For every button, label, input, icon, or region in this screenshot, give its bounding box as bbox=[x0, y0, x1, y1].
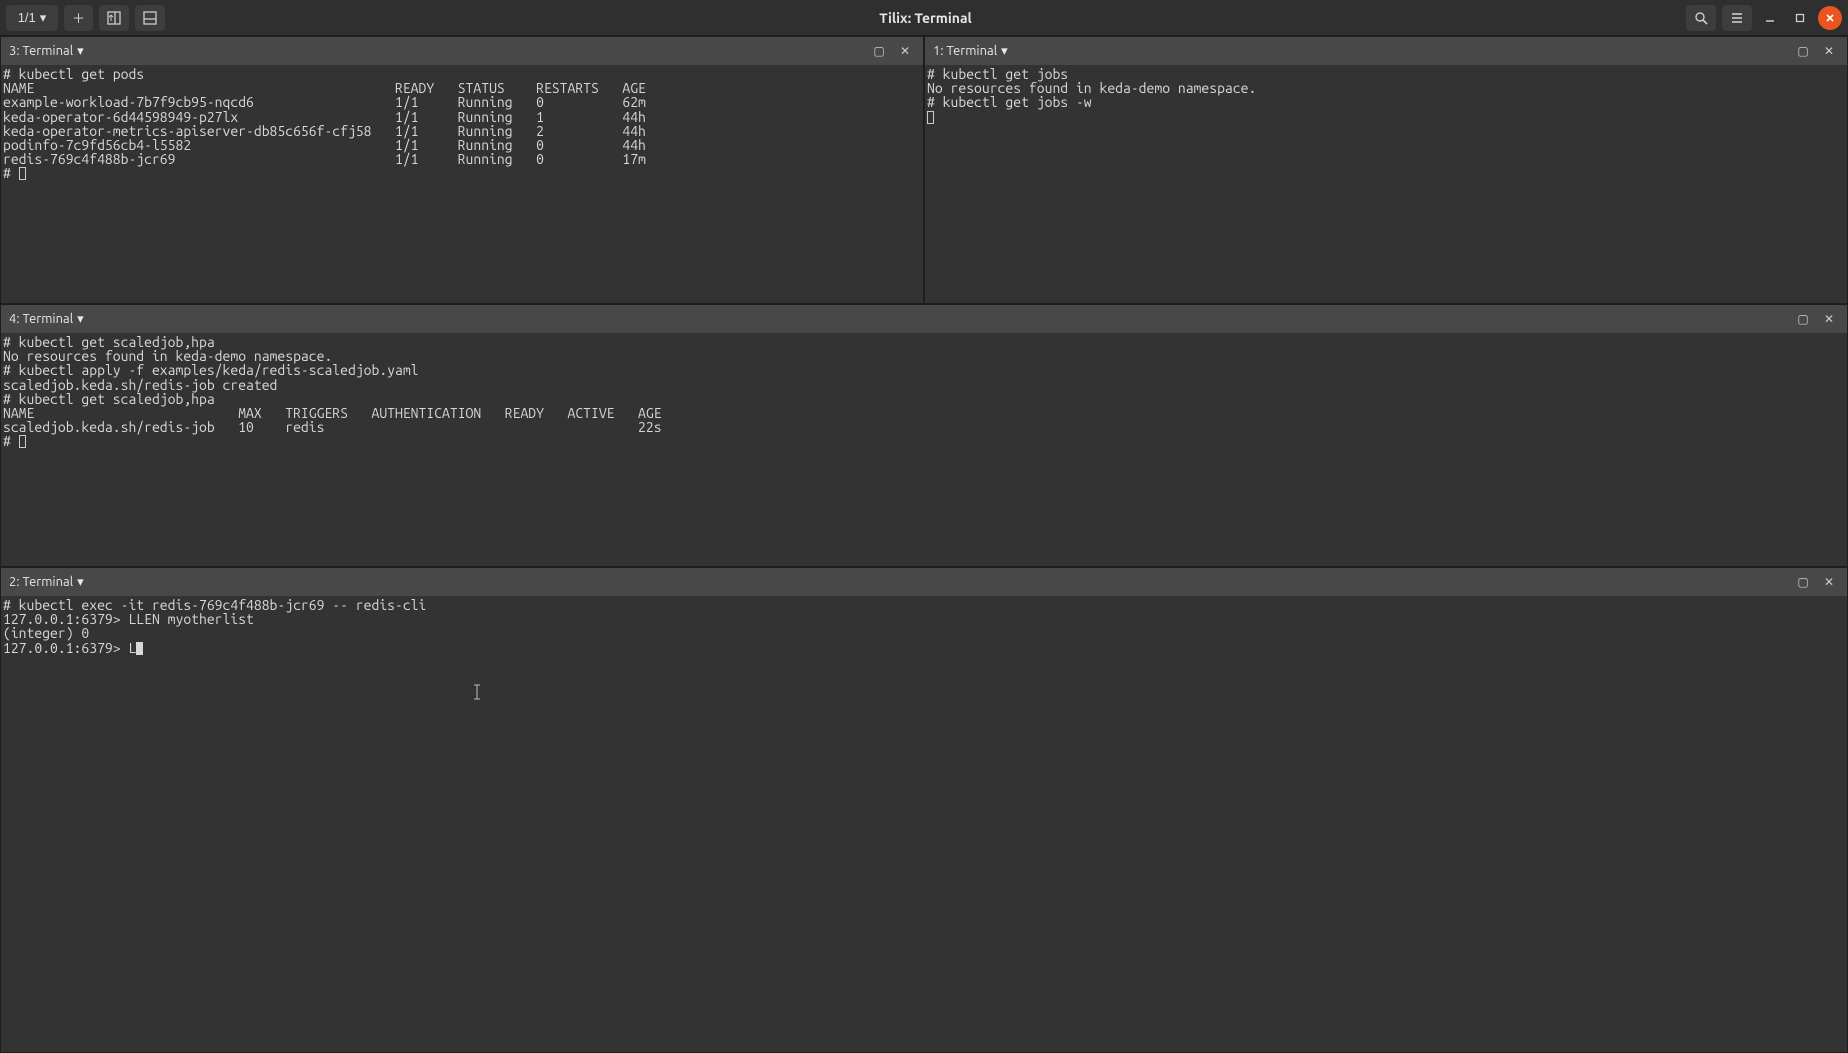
titlebar: 1/1 ▾ ＋ Tilix: Terminal bbox=[0, 0, 1848, 36]
pane-title-1[interactable]: 1: Terminal ▾ bbox=[933, 44, 1008, 59]
terminal-pane-2[interactable]: 2: Terminal ▾ ▢ ✕ # kubectl exec -it red… bbox=[0, 567, 1848, 1053]
maximize-icon: ▢ bbox=[1797, 44, 1808, 58]
pane-close-2[interactable]: ✕ bbox=[1819, 572, 1839, 592]
titlebar-left: 1/1 ▾ ＋ bbox=[6, 5, 165, 31]
term1-line: # kubectl get jobs -w bbox=[927, 94, 1092, 110]
maximize-icon: ▢ bbox=[1797, 575, 1808, 589]
maximize-icon: ▢ bbox=[1797, 312, 1808, 326]
plus-icon: ＋ bbox=[72, 8, 85, 27]
close-window-button[interactable] bbox=[1818, 6, 1842, 30]
pane-maximize-1[interactable]: ▢ bbox=[1793, 41, 1813, 61]
maximize-icon: ▢ bbox=[873, 44, 884, 58]
pane-close-4[interactable]: ✕ bbox=[1819, 309, 1839, 329]
close-icon: ✕ bbox=[1824, 44, 1834, 58]
pane-close-3[interactable]: ✕ bbox=[895, 41, 915, 61]
cursor bbox=[19, 167, 26, 180]
cursor bbox=[927, 111, 934, 124]
pane-close-1[interactable]: ✕ bbox=[1819, 41, 1839, 61]
minimize-icon bbox=[1765, 13, 1775, 23]
pane-maximize-2[interactable]: ▢ bbox=[1793, 572, 1813, 592]
pane-header-1: 1: Terminal ▾ ▢ ✕ bbox=[925, 37, 1847, 65]
minimize-button[interactable] bbox=[1758, 6, 1782, 30]
session-selector[interactable]: 1/1 ▾ bbox=[6, 5, 58, 31]
chevron-down-icon: ▾ bbox=[77, 575, 84, 590]
terminal-body-3[interactable]: # kubectl get pods NAME READY STATUS RES… bbox=[1, 65, 923, 303]
cursor bbox=[19, 435, 26, 448]
add-terminal-button[interactable]: ＋ bbox=[64, 5, 93, 31]
term2-line: 127.0.0.1:6379> L bbox=[3, 640, 136, 656]
chevron-down-icon: ▾ bbox=[1001, 44, 1008, 59]
split-right-icon bbox=[107, 11, 121, 25]
hamburger-icon bbox=[1730, 11, 1744, 25]
terminal-body-1[interactable]: # kubectl get jobs No resources found in… bbox=[925, 65, 1847, 303]
pane-title-4[interactable]: 4: Terminal ▾ bbox=[9, 312, 84, 327]
pane-maximize-3[interactable]: ▢ bbox=[869, 41, 889, 61]
search-button[interactable] bbox=[1686, 5, 1716, 31]
pane-title-3[interactable]: 3: Terminal ▾ bbox=[9, 44, 84, 59]
session-label: 1/1 bbox=[18, 10, 36, 25]
pane-title-label: 2: Terminal bbox=[9, 575, 73, 589]
split-down-button[interactable] bbox=[135, 5, 165, 31]
term3-row: redis-769c4f488b-jcr69 1/1 Running 0 17m bbox=[3, 151, 646, 167]
text-cursor-ibeam bbox=[473, 656, 481, 672]
pane-header-4: 4: Terminal ▾ ▢ ✕ bbox=[1, 305, 1847, 333]
term4-line: scaledjob.keda.sh/redis-job 10 redis 22s bbox=[3, 419, 662, 435]
close-icon: ✕ bbox=[1824, 575, 1834, 589]
split-right-button[interactable] bbox=[99, 5, 129, 31]
chevron-down-icon: ▾ bbox=[77, 44, 84, 59]
close-icon bbox=[1825, 13, 1835, 23]
maximize-button[interactable] bbox=[1788, 6, 1812, 30]
pane-header-3: 3: Terminal ▾ ▢ ✕ bbox=[1, 37, 923, 65]
terminal-body-4[interactable]: # kubectl get scaledjob,hpa No resources… bbox=[1, 333, 1847, 566]
pane-title-label: 4: Terminal bbox=[9, 312, 73, 326]
close-icon: ✕ bbox=[900, 44, 910, 58]
term3-prompt: # bbox=[3, 165, 19, 181]
split-down-icon bbox=[143, 11, 157, 25]
menu-button[interactable] bbox=[1722, 5, 1752, 31]
chevron-down-icon: ▾ bbox=[40, 10, 47, 26]
window-title: Tilix: Terminal bbox=[171, 10, 1680, 26]
pane-maximize-4[interactable]: ▢ bbox=[1793, 309, 1813, 329]
pane-title-label: 3: Terminal bbox=[9, 44, 73, 58]
terminal-pane-4[interactable]: 4: Terminal ▾ ▢ ✕ # kubectl get scaledjo… bbox=[0, 304, 1848, 567]
search-icon bbox=[1694, 11, 1708, 25]
pane-header-2: 2: Terminal ▾ ▢ ✕ bbox=[1, 568, 1847, 596]
terminal-pane-3[interactable]: 3: Terminal ▾ ▢ ✕ # kubectl get pods NAM… bbox=[0, 36, 924, 304]
pane-title-label: 1: Terminal bbox=[933, 44, 997, 58]
terminal-body-2[interactable]: # kubectl exec -it redis-769c4f488b-jcr6… bbox=[1, 596, 1847, 1052]
titlebar-right bbox=[1686, 5, 1842, 31]
terminal-pane-1[interactable]: 1: Terminal ▾ ▢ ✕ # kubectl get jobs No … bbox=[924, 36, 1848, 304]
close-icon: ✕ bbox=[1824, 312, 1834, 326]
cursor bbox=[136, 642, 143, 655]
chevron-down-icon: ▾ bbox=[77, 312, 84, 327]
maximize-icon bbox=[1795, 13, 1805, 23]
term4-prompt: # bbox=[3, 433, 19, 449]
pane-title-2[interactable]: 2: Terminal ▾ bbox=[9, 575, 84, 590]
terminal-grid: 3: Terminal ▾ ▢ ✕ # kubectl get pods NAM… bbox=[0, 36, 1848, 1053]
